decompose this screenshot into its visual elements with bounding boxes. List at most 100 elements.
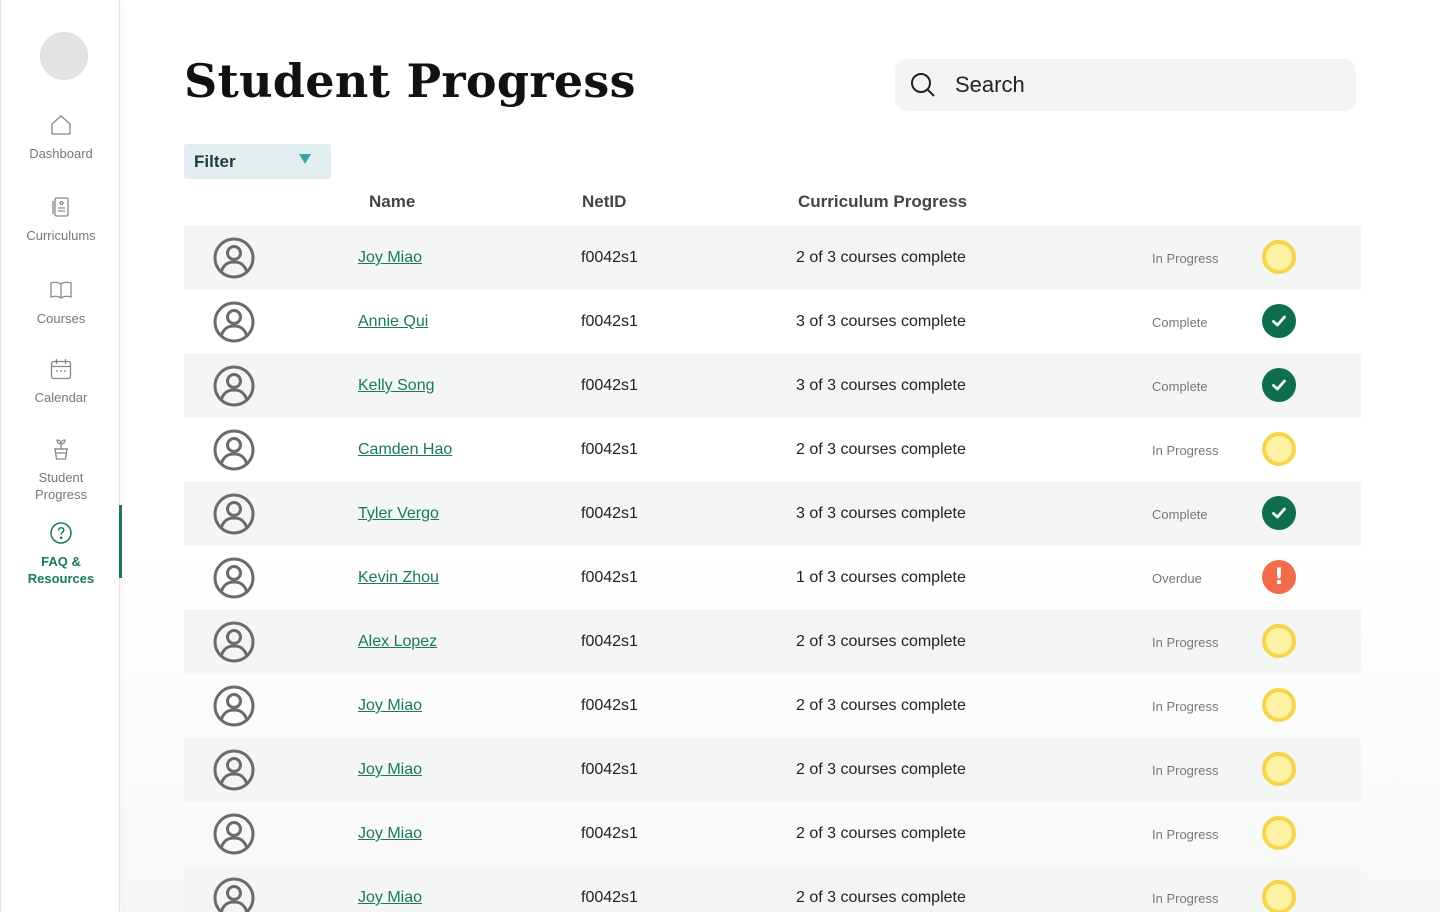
curriculum-icon (52, 197, 69, 217)
sidebar-item-label-line2: Resources (27, 571, 95, 586)
student-netid: f0042s1 (581, 569, 638, 586)
curriculum-progress-text: 2 of 3 courses complete (796, 697, 966, 714)
curriculum-progress-text: 3 of 3 courses complete (796, 377, 966, 394)
user-avatar-icon (213, 685, 255, 732)
curriculum-progress-text: 2 of 3 courses complete (796, 441, 966, 458)
student-name-link[interactable]: Annie Qui (358, 313, 428, 331)
table-row[interactable]: Tyler Vergo f0042s1 3 of 3 courses complet… (184, 482, 1361, 546)
table-row[interactable]: Joy Miao f0042s1 2 of 3 courses complete In… (184, 738, 1361, 802)
curriculum-progress-text: 2 of 3 courses complete (796, 249, 966, 266)
table-row[interactable]: Kevin Zhou f0042s1 1 of 3 courses complete… (184, 546, 1361, 610)
status-label: In Progress (1152, 891, 1219, 906)
user-avatar-icon (213, 749, 255, 796)
table-row[interactable]: Joy Miao f0042s1 2 of 3 courses complete In… (184, 866, 1361, 912)
sidebar-item-label: Curriculums (26, 228, 96, 243)
curriculum-progress-text: 2 of 3 courses complete (796, 825, 966, 842)
curriculum-progress-text: 1 of 3 courses complete (796, 569, 966, 586)
table-row[interactable]: Alex Lopez f0042s1 2 of 3 courses complete… (184, 610, 1361, 674)
student-netid: f0042s1 (581, 889, 638, 906)
table-row[interactable]: Joy Miao f0042s1 2 of 3 courses complete In… (184, 674, 1361, 738)
in-progress-circle-icon (1262, 432, 1296, 466)
sidebar-item-calendar[interactable]: Calendar (1, 357, 121, 406)
student-netid: f0042s1 (581, 697, 638, 714)
student-name-link[interactable]: Kevin Zhou (358, 569, 439, 587)
table-row[interactable]: Joy Miao f0042s1 2 of 3 courses complete In… (184, 226, 1361, 290)
check-circle-icon (1262, 304, 1296, 338)
student-netid: f0042s1 (581, 761, 638, 778)
sidebar-item-faq-resources[interactable]: FAQ & Resources (1, 505, 122, 587)
user-avatar-icon (213, 365, 255, 412)
status-label: Complete (1152, 315, 1208, 330)
book-icon (50, 281, 72, 299)
in-progress-circle-icon (1262, 688, 1296, 722)
table-row[interactable]: Annie Qui f0042s1 3 of 3 courses complete C… (184, 290, 1361, 354)
in-progress-circle-icon (1262, 240, 1296, 274)
student-netid: f0042s1 (581, 313, 638, 330)
search-bar[interactable] (895, 59, 1356, 111)
student-netid: f0042s1 (581, 377, 638, 394)
student-name-link[interactable]: Joy Miao (358, 249, 422, 267)
status-label: In Progress (1152, 443, 1219, 458)
curriculum-progress-text: 2 of 3 courses complete (796, 761, 966, 778)
student-name-link[interactable]: Joy Miao (358, 697, 422, 715)
user-avatar-icon (213, 429, 255, 476)
filter-dropdown[interactable]: Filter (184, 144, 331, 179)
check-circle-icon (1262, 368, 1296, 402)
calendar-icon (50, 359, 72, 380)
help-icon (50, 522, 72, 544)
student-netid: f0042s1 (581, 441, 638, 458)
page-title: Student Progress (184, 54, 636, 108)
student-netid: f0042s1 (581, 633, 638, 650)
status-label: Complete (1152, 379, 1208, 394)
student-netid: f0042s1 (581, 505, 638, 522)
column-header-netid[interactable]: NetID (582, 192, 626, 212)
in-progress-circle-icon (1262, 624, 1296, 658)
status-label: In Progress (1152, 635, 1219, 650)
student-name-link[interactable]: Alex Lopez (358, 633, 437, 651)
sidebar-item-label: Courses (36, 311, 86, 326)
student-name-link[interactable]: Joy Miao (358, 889, 422, 907)
student-netid: f0042s1 (581, 825, 638, 842)
search-input[interactable] (955, 72, 1315, 98)
in-progress-circle-icon (1262, 880, 1296, 912)
student-name-link[interactable]: Kelly Song (358, 377, 435, 395)
alert-circle-icon: ! (1262, 560, 1296, 594)
status-label: Complete (1152, 507, 1208, 522)
sidebar-item-student-progress[interactable]: Student Progress (1, 437, 121, 503)
curriculum-progress-text: 3 of 3 courses complete (796, 313, 966, 330)
sidebar-item-label: Dashboard (29, 146, 93, 161)
curriculum-progress-text: 2 of 3 courses complete (796, 633, 966, 650)
user-avatar-icon (213, 237, 255, 284)
student-name-link[interactable]: Tyler Vergo (358, 505, 439, 523)
table-row[interactable]: Camden Hao f0042s1 2 of 3 courses complete… (184, 418, 1361, 482)
student-table: Joy Miao f0042s1 2 of 3 courses complete In… (184, 226, 1361, 912)
search-icon (911, 73, 935, 97)
status-label: In Progress (1152, 251, 1219, 266)
in-progress-circle-icon (1262, 816, 1296, 850)
curriculum-progress-text: 3 of 3 courses complete (796, 505, 966, 522)
user-avatar-icon (213, 813, 255, 860)
status-label: Overdue (1152, 571, 1202, 586)
sidebar-item-label-line1: FAQ & (41, 554, 81, 569)
sidebar-item-label-line1: Student (38, 470, 84, 485)
student-netid: f0042s1 (581, 249, 638, 266)
sidebar-item-label: Calendar (34, 390, 88, 405)
student-name-link[interactable]: Camden Hao (358, 441, 452, 459)
filter-label: Filter (194, 151, 236, 171)
avatar[interactable] (40, 32, 88, 80)
student-name-link[interactable]: Joy Miao (358, 825, 422, 843)
status-label: In Progress (1152, 827, 1219, 842)
sidebar-item-dashboard[interactable]: Dashboard (1, 113, 121, 162)
in-progress-circle-icon (1262, 752, 1296, 786)
table-row[interactable]: Joy Miao f0042s1 2 of 3 courses complete In… (184, 802, 1361, 866)
student-name-link[interactable]: Joy Miao (358, 761, 422, 779)
user-avatar-icon (213, 557, 255, 604)
column-header-name[interactable]: Name (369, 192, 415, 212)
column-header-curriculum-progress[interactable]: Curriculum Progress (798, 192, 967, 212)
check-circle-icon (1262, 496, 1296, 530)
status-label: In Progress (1152, 763, 1219, 778)
sidebar-item-courses[interactable]: Courses (1, 278, 121, 327)
table-row[interactable]: Kelly Song f0042s1 3 of 3 courses complete… (184, 354, 1361, 418)
sidebar-item-curriculums[interactable]: Curriculums (1, 195, 121, 244)
caret-down-icon (299, 154, 311, 164)
